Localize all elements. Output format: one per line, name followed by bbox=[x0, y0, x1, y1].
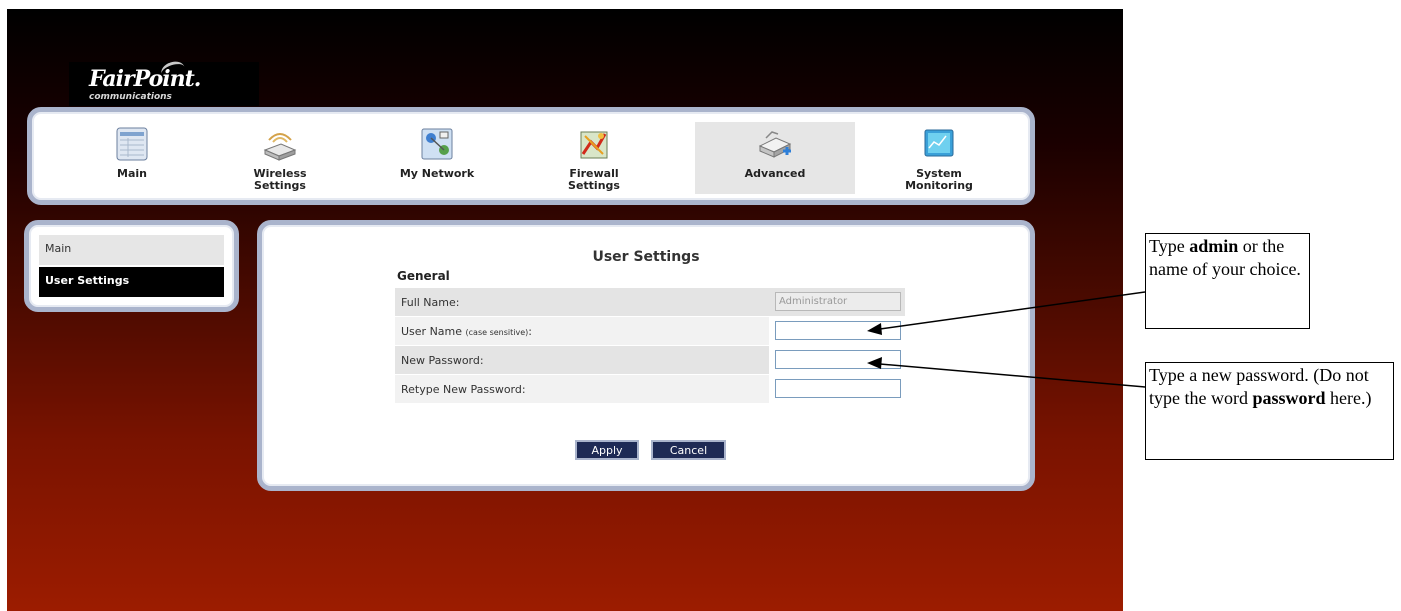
full-name-field bbox=[775, 292, 901, 311]
user-name-field[interactable] bbox=[775, 321, 901, 340]
nav-system-monitoring-label: System Monitoring bbox=[905, 167, 973, 192]
username-callout: Type admin or the name of your choice. bbox=[1145, 233, 1310, 329]
logo-brand: FairPoint. bbox=[89, 66, 201, 92]
nav-firewall-label: Firewall Settings bbox=[568, 167, 620, 192]
retype-password-row: Retype New Password: bbox=[395, 375, 905, 404]
new-password-field[interactable] bbox=[775, 350, 901, 369]
monitor-icon bbox=[924, 129, 954, 157]
user-settings-panel: User Settings General Full Name: User Na… bbox=[257, 220, 1035, 491]
user-name-label-text: User Name bbox=[401, 325, 466, 338]
nav-my-network-label: My Network bbox=[399, 167, 475, 180]
network-map-icon bbox=[421, 128, 453, 160]
callout-text: here.) bbox=[1325, 388, 1372, 408]
sidebar-item-main[interactable]: Main bbox=[39, 235, 224, 265]
new-password-row: New Password: bbox=[395, 346, 905, 375]
nav-wireless-settings[interactable]: Wireless Settings bbox=[215, 122, 345, 194]
side-menu: Main User Settings bbox=[24, 220, 239, 312]
callout-bold: admin bbox=[1189, 236, 1239, 256]
nav-firewall-settings[interactable]: Firewall Settings bbox=[529, 122, 659, 194]
wireless-router-icon bbox=[263, 133, 297, 161]
user-name-row: User Name (case sensitive): bbox=[395, 317, 905, 346]
nav-main-label: Main bbox=[117, 167, 147, 180]
nav-advanced-label: Advanced bbox=[744, 167, 806, 180]
top-navigation: Main Wireless Settings My Network Firewa… bbox=[27, 107, 1035, 205]
callout-bold: password bbox=[1252, 388, 1326, 408]
new-password-label: New Password: bbox=[401, 354, 484, 367]
router-admin-screen: FairPoint. communications Main Wireless … bbox=[7, 9, 1123, 611]
callout-text: Type bbox=[1149, 236, 1190, 256]
section-title: General bbox=[397, 269, 450, 283]
sidebar-item-user-settings[interactable]: User Settings bbox=[39, 267, 224, 297]
retype-password-field[interactable] bbox=[775, 379, 901, 398]
retype-password-label: Retype New Password: bbox=[401, 383, 526, 396]
full-name-label: Full Name: bbox=[401, 296, 460, 309]
nav-wireless-label: Wireless Settings bbox=[253, 167, 307, 192]
sidebar-item-label: Main bbox=[45, 242, 72, 255]
full-name-row: Full Name: bbox=[395, 288, 905, 317]
password-callout: Type a new password. (Do not type the wo… bbox=[1145, 362, 1394, 460]
nav-advanced[interactable]: Advanced bbox=[695, 122, 855, 194]
nav-my-network[interactable]: My Network bbox=[372, 122, 502, 194]
nav-main[interactable]: Main bbox=[67, 122, 197, 194]
user-name-label: User Name (case sensitive): bbox=[401, 325, 532, 338]
advanced-router-icon bbox=[758, 131, 792, 158]
user-name-label-colon: : bbox=[528, 325, 532, 338]
firewall-icon bbox=[580, 131, 608, 159]
logo-subtitle: communications bbox=[89, 92, 172, 102]
case-sensitive-note: (case sensitive) bbox=[465, 328, 529, 337]
main-grid-icon bbox=[116, 127, 148, 161]
page-title: User Settings bbox=[592, 249, 700, 265]
sidebar-item-label: User Settings bbox=[45, 274, 130, 287]
nav-system-monitoring[interactable]: System Monitoring bbox=[874, 122, 1004, 194]
cancel-button[interactable]: Cancel bbox=[651, 440, 726, 460]
fairpoint-logo: FairPoint. communications bbox=[69, 58, 259, 106]
apply-button[interactable]: Apply bbox=[575, 440, 639, 460]
